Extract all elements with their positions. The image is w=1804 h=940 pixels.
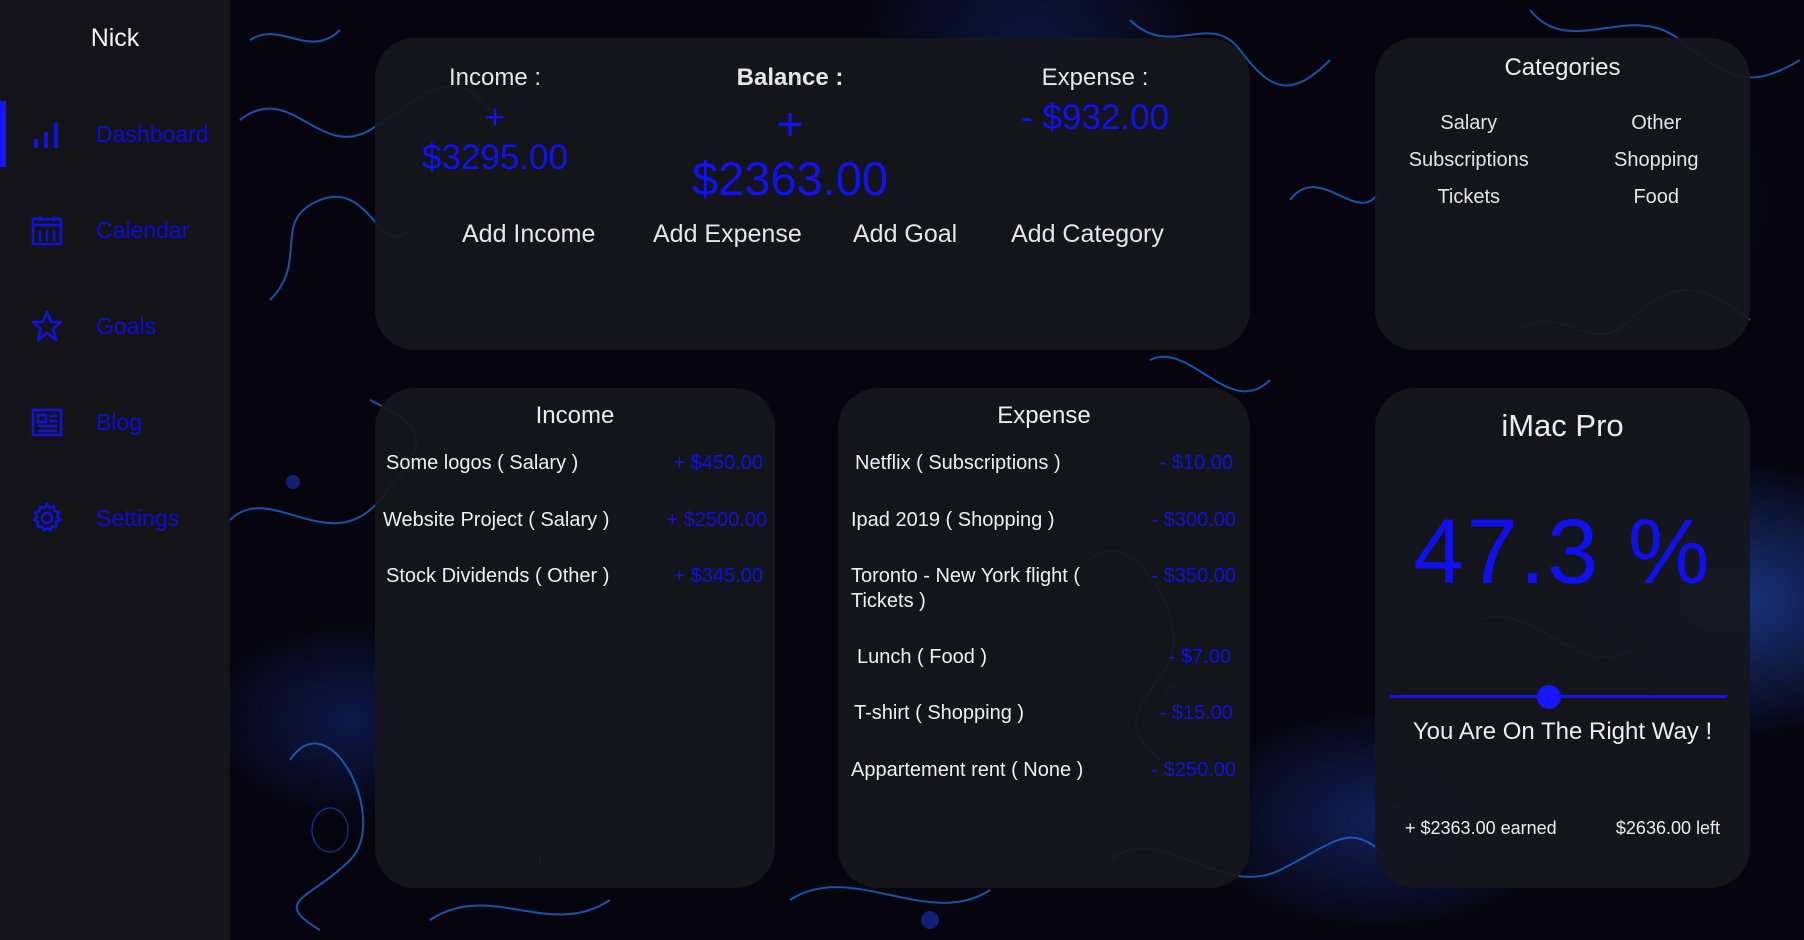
categories-title: Categories — [1504, 54, 1621, 81]
expense-amount: - $250.00 — [1151, 759, 1236, 781]
category-item[interactable]: Food — [1563, 186, 1751, 209]
add-goal-button[interactable]: Add Goal — [853, 220, 957, 249]
balance-summary-label: Balance : — [736, 64, 844, 91]
goal-percent: 47.3 % — [1413, 501, 1712, 603]
sidebar: Nick Dashboard Calendar Goals Blog Setti… — [0, 0, 230, 940]
expense-summary-value: - $932.00 — [1021, 98, 1169, 137]
category-item[interactable]: Tickets — [1375, 186, 1563, 209]
add-category-button[interactable]: Add Category — [1011, 220, 1164, 249]
goal-title: iMac Pro — [1501, 408, 1624, 443]
category-item[interactable]: Subscriptions — [1375, 149, 1563, 172]
income-summary-value: + $3295.00 — [422, 98, 568, 177]
add-expense-button[interactable]: Add Expense — [653, 220, 802, 249]
goal-remaining: $2636.00 left — [1615, 818, 1720, 838]
goal-card: iMac Pro 47.3 % You Are On The Right Way… — [1375, 388, 1750, 888]
category-item[interactable]: Salary — [1375, 112, 1563, 135]
nav-item-goals[interactable]: Goals — [0, 287, 230, 365]
nav-item-blog[interactable]: Blog — [0, 383, 230, 461]
nav-label-settings: Settings — [96, 504, 180, 531]
nav-label-calendar: Calendar — [96, 216, 190, 243]
expense-list-title: Expense — [997, 402, 1091, 429]
expense-amount: - $15.00 — [1159, 702, 1233, 724]
goal-earned: + $2363.00 earned — [1405, 818, 1557, 838]
expense-amount: - $300.00 — [1151, 509, 1236, 531]
expense-amount: - $10.00 — [1159, 452, 1233, 474]
nav-item-dashboard[interactable]: Dashboard — [0, 95, 230, 173]
income-amount: + $345.00 — [673, 565, 763, 587]
user-name: Nick — [90, 24, 140, 52]
goal-progress-slider[interactable] — [1390, 685, 1727, 709]
expense-name: Ipad 2019 ( Shopping ) — [851, 509, 1055, 531]
income-card: Income Some logos ( Salary ) + $450.00 W… — [375, 388, 775, 888]
calendar-icon — [31, 216, 63, 246]
categories-card: Categories Salary Other Subscriptions Sh… — [1375, 38, 1750, 350]
nav-label-blog: Blog — [96, 408, 143, 435]
income-summary: Income : + $3295.00 — [420, 64, 570, 178]
balance-summary: Balance : + $2363.00 — [680, 64, 900, 206]
goal-message: You Are On The Right Way ! — [1412, 718, 1713, 745]
expense-amount: - $350.00 — [1151, 565, 1236, 587]
categories-list: Salary Other Subscriptions Shopping Tick… — [1375, 112, 1750, 209]
expense-name: Appartement rent ( None ) — [851, 759, 1084, 781]
category-item[interactable]: Shopping — [1563, 149, 1751, 172]
expense-amount: - $7.00 — [1168, 646, 1231, 668]
slider-thumb[interactable] — [1537, 685, 1562, 709]
category-item[interactable]: Other — [1563, 112, 1751, 135]
income-name: Some logos ( Salary ) — [386, 452, 579, 474]
income-summary-label: Income : — [448, 64, 542, 91]
newspaper-icon — [31, 408, 63, 437]
summary-card: Income : + $3295.00 Balance : + $2363.00… — [375, 38, 1250, 350]
expense-summary: Expense : - $932.00 — [1015, 64, 1175, 138]
income-amount: + $450.00 — [673, 452, 763, 474]
expense-name: Netflix ( Subscriptions ) — [855, 452, 1061, 474]
gear-icon — [32, 502, 62, 532]
bar-chart-icon — [34, 123, 58, 148]
star-icon — [31, 310, 63, 342]
nav-item-settings[interactable]: Settings — [0, 479, 230, 557]
nav-label-dashboard: Dashboard — [96, 120, 209, 147]
income-list-title: Income — [535, 402, 615, 429]
balance-summary-value: + $2363.00 — [691, 97, 889, 205]
income-amount: + $2500.00 — [666, 509, 767, 531]
expense-card: Expense Netflix ( Subscriptions ) - $10.… — [838, 388, 1250, 888]
nav-item-calendar[interactable]: Calendar — [0, 191, 230, 269]
expense-summary-label: Expense : — [1041, 64, 1149, 91]
expense-name: Toronto - New York flight ( Tickets ) — [851, 565, 1080, 612]
income-name: Stock Dividends ( Other ) — [386, 565, 610, 587]
income-name: Website Project ( Salary ) — [383, 509, 610, 531]
add-income-button[interactable]: Add Income — [462, 220, 595, 249]
nav-label-goals: Goals — [96, 312, 157, 339]
expense-name: Lunch ( Food ) — [857, 646, 988, 668]
expense-name: T-shirt ( Shopping ) — [854, 702, 1025, 724]
